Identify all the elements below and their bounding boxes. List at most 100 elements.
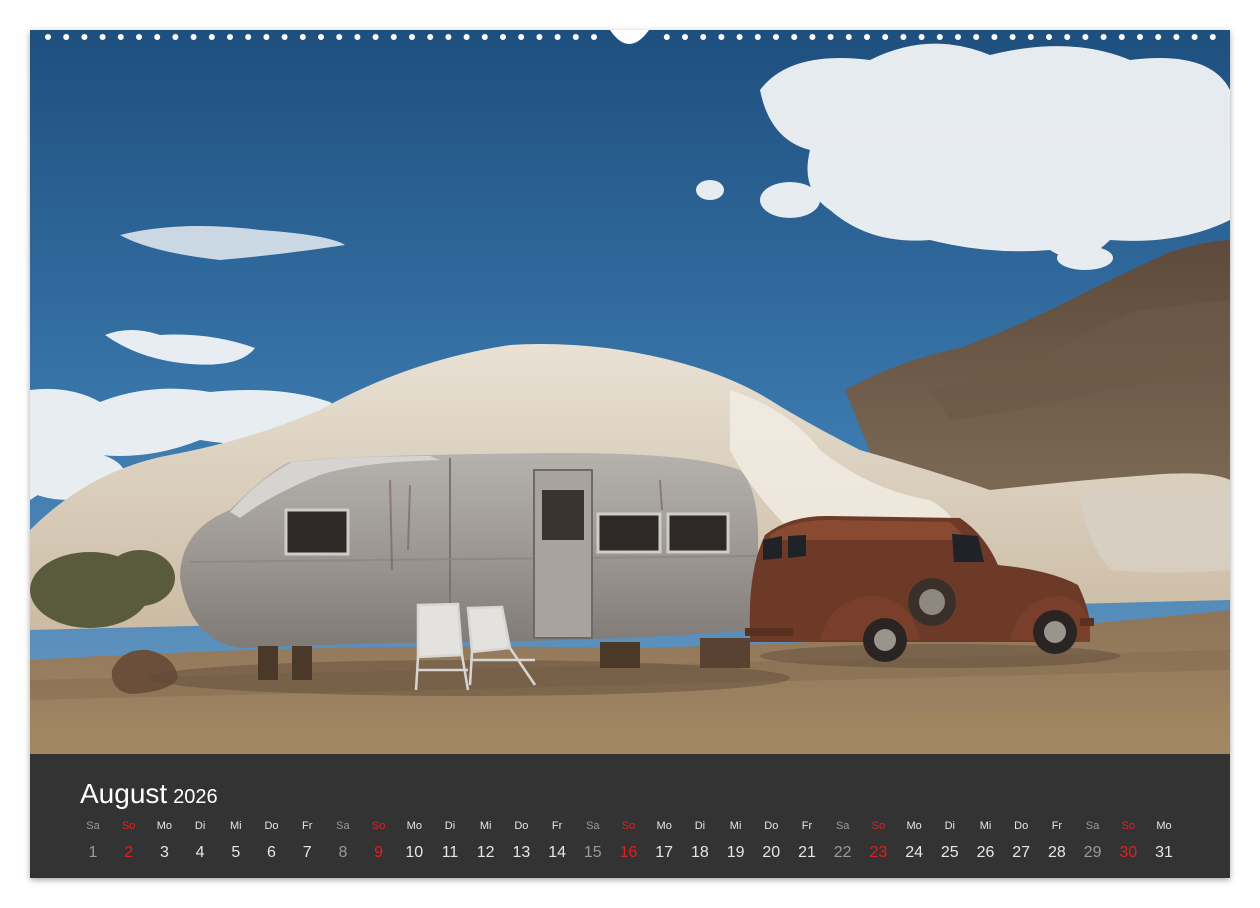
day-number: 10 [405, 844, 424, 861]
binding-hole [554, 34, 561, 40]
day-number: 20 [762, 844, 781, 861]
binding-hole [99, 34, 106, 40]
binding-hole [809, 34, 816, 40]
day-number: 31 [1155, 844, 1173, 861]
day-number: 27 [1012, 844, 1031, 861]
weekday-label: Mo [906, 820, 922, 832]
binding-hole [864, 34, 870, 40]
binding-hole [409, 34, 415, 40]
binding-hole [663, 34, 670, 40]
binding-hole [427, 34, 434, 40]
day-grid: Sa So Mo Di Mi Do Fr Sa So Mo Di Mi Do Fr Sa So Mo Di Mi Do… [75, 818, 1197, 866]
binding-hole [136, 34, 142, 40]
binding-hole [1155, 34, 1162, 40]
day-number: 21 [798, 844, 816, 861]
day-number: 7 [302, 844, 312, 861]
binding-hole [991, 34, 998, 40]
weekday-label: Sa [1085, 820, 1100, 832]
weekday-label: Mo [1156, 820, 1172, 832]
binding-hole [1046, 34, 1052, 40]
hanger-notch [610, 30, 649, 44]
binding-hole [372, 34, 379, 40]
binding-hole [445, 34, 452, 40]
binding-hole [536, 34, 543, 40]
binding-hole [190, 34, 197, 40]
binding-hole [845, 34, 852, 40]
binding-hole [500, 34, 506, 40]
calendar-strip: August 2026 Sa So Mo Di Mi Do Fr Sa So Mo Di Mi Do Fr S… [30, 754, 1230, 878]
weekday-label: Do [514, 820, 529, 832]
binding-hole [318, 34, 324, 40]
weekday-label: So [121, 820, 136, 832]
weekday-label: Fr [301, 820, 313, 832]
weekday-label: Mi [729, 820, 742, 832]
binding-hole [882, 34, 889, 40]
day-number: 9 [374, 844, 384, 861]
binding-hole [208, 34, 215, 40]
binding-hole [81, 34, 88, 40]
day-number: 11 [441, 844, 459, 861]
day-number: 13 [512, 844, 531, 861]
day-number-row: 1 2 3 4 5 6 7 8 9 10 11 12 13 14 15 16 17 18 19 20 21 22 23 24 2… [75, 838, 1197, 866]
binding-hole [281, 34, 288, 40]
weekday-label: Fr [801, 820, 813, 832]
day-number: 14 [548, 844, 566, 861]
weekday-label: Sa [86, 820, 100, 832]
binding-hole [117, 34, 124, 40]
day-number: 4 [195, 844, 205, 861]
binding-hole [1064, 34, 1071, 40]
weekday-label: So [1121, 820, 1136, 832]
binding-hole [1027, 34, 1034, 40]
binding-hole [63, 34, 70, 40]
weekday-label: Fr [551, 820, 563, 832]
binding-hole [1100, 34, 1107, 40]
binding-hole [1173, 34, 1180, 40]
weekday-label: Di [444, 820, 456, 832]
binding-hole [227, 34, 233, 40]
day-number: 5 [231, 844, 241, 861]
weekday-label: Mo [156, 820, 173, 832]
binding-hole [591, 34, 597, 40]
binding-hole [154, 34, 161, 40]
binding-hole [481, 34, 488, 40]
binding-hole [918, 34, 925, 40]
binding-hole [1009, 34, 1016, 40]
binding-hole [773, 34, 779, 40]
weekday-label: Mi [479, 820, 492, 832]
month-year: 2026 [173, 786, 218, 808]
weekday-label: Do [264, 820, 279, 832]
weekday-label: Do [1014, 820, 1029, 832]
day-number: 25 [940, 844, 959, 861]
weekday-label: Mo [656, 820, 672, 832]
weekday-label: Mo [406, 820, 422, 832]
day-number: 17 [655, 844, 674, 861]
binding-hole [263, 34, 270, 40]
binding-hole [463, 34, 470, 40]
day-number: 3 [159, 844, 169, 861]
binding-hole [955, 34, 961, 40]
binding-hole [700, 34, 707, 40]
day-number: 15 [583, 844, 602, 861]
binding-hole [245, 34, 252, 40]
weekday-row: Sa So Mo Di Mi Do Fr Sa So Mo Di Mi Do Fr Sa So Mo Di Mi Do… [75, 818, 1197, 838]
binding-hole [1137, 34, 1143, 40]
day-number: 24 [905, 844, 923, 861]
binding-hole [682, 34, 688, 40]
weekday-label: So [871, 820, 886, 832]
binding-hole [718, 34, 725, 40]
binding-hole [827, 34, 834, 40]
weekday-label: So [621, 820, 636, 832]
day-number: 26 [976, 844, 995, 861]
weekday-label: Di [194, 820, 206, 832]
weekday-label: Mi [979, 820, 992, 832]
calendar-photo [30, 30, 1230, 754]
binding-hole [354, 34, 361, 40]
binding-hole [572, 34, 579, 40]
binding-hole [1082, 34, 1089, 40]
day-number: 28 [1047, 844, 1066, 861]
binding-hole [390, 34, 397, 40]
day-number: 16 [619, 844, 638, 861]
binding-hole [299, 34, 306, 40]
month-title: August 2026 [80, 780, 218, 811]
binding-hole [736, 34, 743, 40]
